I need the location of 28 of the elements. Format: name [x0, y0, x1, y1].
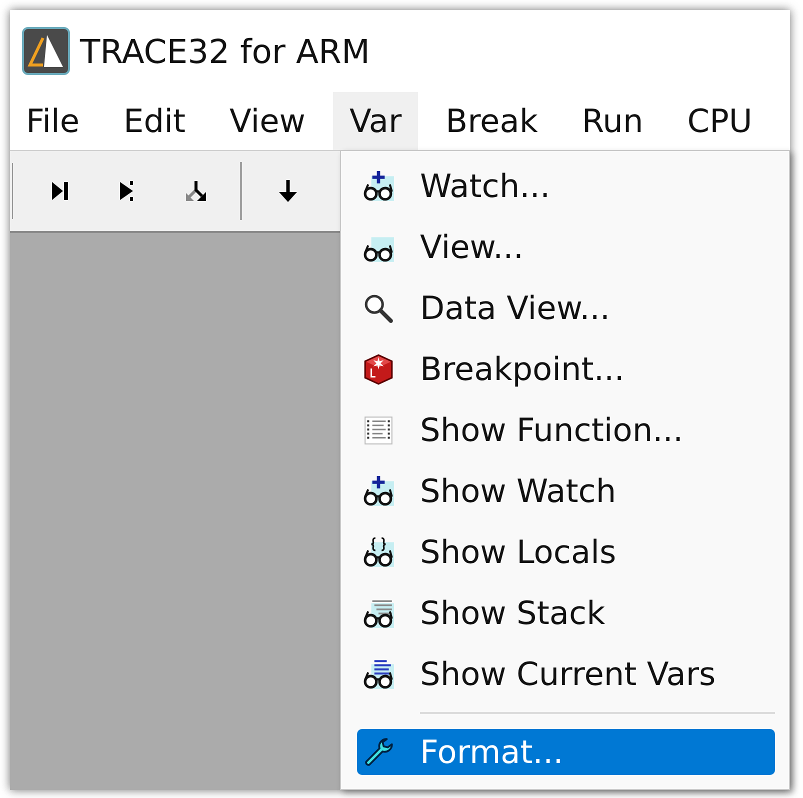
app-logo-icon [22, 27, 70, 75]
wrench-icon [362, 736, 395, 768]
menu-bar-item[interactable]: File [10, 92, 96, 150]
list-icon [362, 414, 395, 446]
menu-item[interactable]: Show Function... [357, 407, 775, 453]
window-title: TRACE32 for ARM [80, 32, 370, 70]
down-arrow-icon[interactable] [276, 179, 300, 203]
glasses-plus-icon [362, 474, 395, 508]
menu-item[interactable]: Breakpoint... [357, 346, 775, 392]
menu-bar-item[interactable]: Edit [108, 92, 202, 150]
split-arrow-icon[interactable] [184, 179, 208, 203]
menu-item[interactable]: Watch... [357, 163, 775, 209]
menu-bar-item[interactable]: Run [566, 92, 660, 150]
glasses-plus-icon [362, 170, 395, 202]
menu-item[interactable]: View... [357, 224, 775, 270]
menu-item[interactable]: Format... [357, 729, 775, 775]
menu-item[interactable]: Data View... [357, 285, 775, 331]
menu-bar-item[interactable]: View [214, 92, 322, 150]
glasses-braces-icon [362, 536, 395, 568]
cube-icon [362, 352, 395, 386]
menu-item[interactable]: Show Locals [357, 529, 775, 575]
menu-item[interactable]: Show Stack [357, 590, 775, 636]
menu-bar-item[interactable]: CPU [671, 92, 768, 150]
menu-bar-item[interactable]: Var [333, 92, 418, 150]
menu-item[interactable]: Show Current Vars [357, 651, 775, 697]
glasses-lines-icon [362, 658, 395, 690]
menu-item[interactable]: Show Watch [357, 468, 775, 514]
menu-bar-item[interactable]: Break [430, 92, 554, 150]
